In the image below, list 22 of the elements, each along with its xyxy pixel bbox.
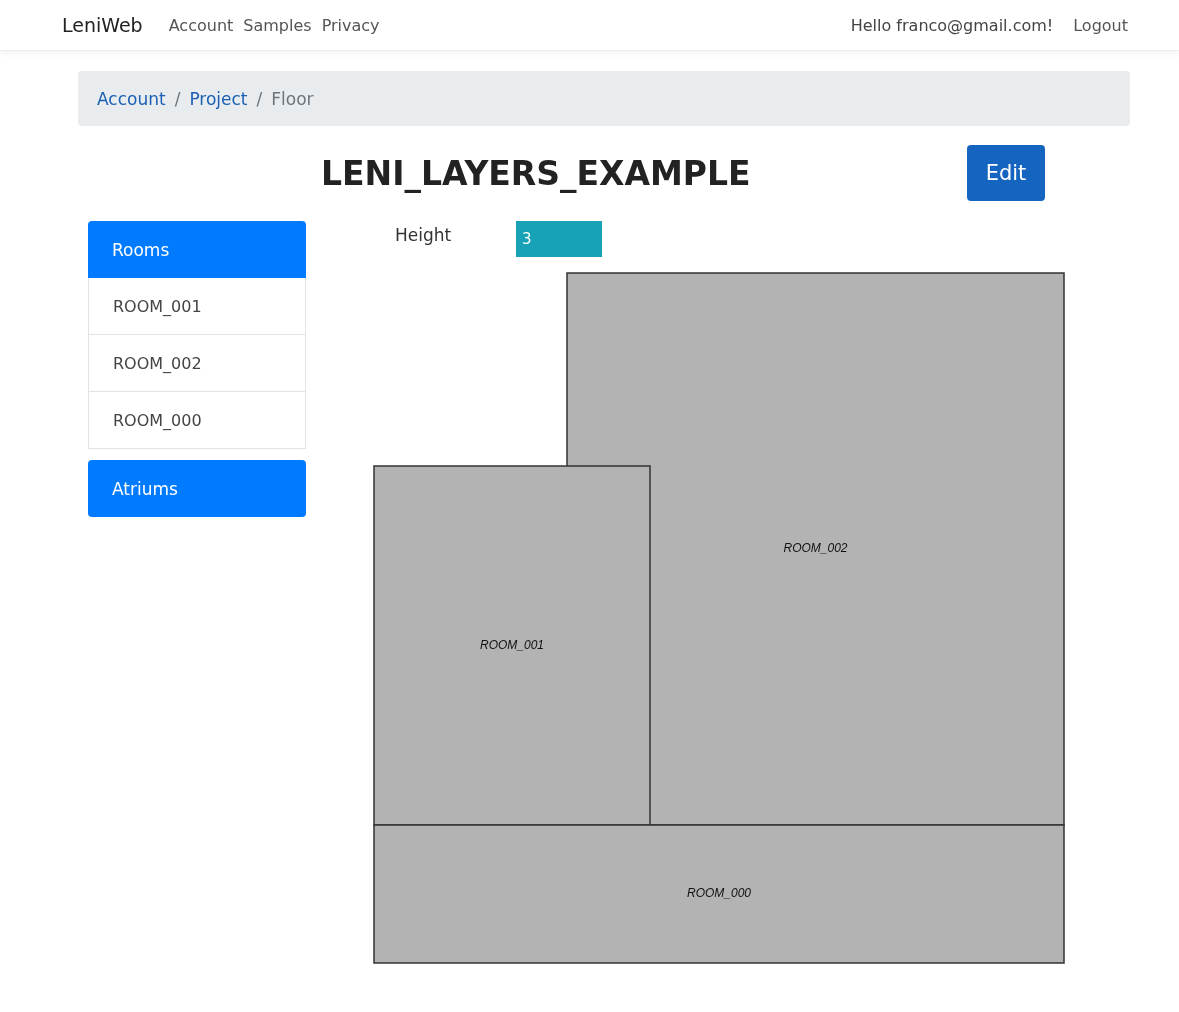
room-label: ROOM_001 — [480, 637, 544, 652]
edit-button[interactable]: Edit — [967, 145, 1045, 201]
breadcrumb-link[interactable]: Project — [189, 88, 248, 109]
nav-link[interactable]: Account — [168, 15, 234, 35]
page-title: LENI_LAYERS_EXAMPLE — [321, 153, 752, 193]
room-label: ROOM_002 — [783, 541, 848, 556]
room-list-item[interactable]: ROOM_000 — [88, 392, 306, 449]
breadcrumb-separator: / — [174, 88, 181, 109]
breadcrumb-separator: / — [256, 88, 263, 109]
section-header[interactable]: Atriums — [88, 460, 306, 517]
nav-link[interactable]: Samples — [243, 15, 312, 35]
room-list-item[interactable]: ROOM_001 — [88, 278, 306, 335]
logout-link[interactable]: Logout — [1073, 15, 1128, 35]
room-label: ROOM_000 — [687, 886, 751, 901]
greeting-link[interactable]: Hello franco@gmail.com! — [850, 15, 1054, 35]
breadcrumb-link[interactable]: Account — [97, 88, 166, 109]
nav-link[interactable]: Privacy — [321, 15, 380, 35]
room-list-item[interactable]: ROOM_002 — [88, 335, 306, 392]
brand-link[interactable]: LeniWeb — [62, 14, 143, 36]
height-label: Height — [395, 225, 453, 245]
breadcrumb-current: Floor — [271, 88, 314, 109]
section-header[interactable]: Rooms — [88, 221, 306, 278]
